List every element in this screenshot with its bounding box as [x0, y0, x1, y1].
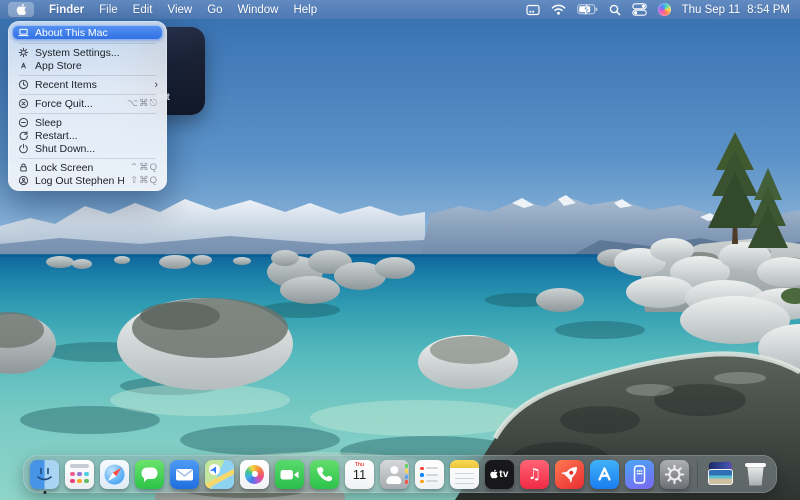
battery-charging-icon[interactable] — [577, 4, 598, 15]
dock-tv[interactable]: tv — [485, 460, 514, 489]
dock-reminders[interactable] — [415, 460, 444, 489]
laptop-icon — [17, 27, 29, 39]
menu-go[interactable]: Go — [207, 4, 222, 16]
menu-item-lock-screen[interactable]: Lock Screen ⌃⌘Q — [12, 161, 163, 174]
menu-item-about-this-mac[interactable]: About This Mac — [12, 25, 163, 40]
rocket-icon — [555, 460, 584, 489]
finder-face-icon — [30, 460, 59, 489]
dock-downloads-stack[interactable] — [706, 460, 735, 489]
dock-photos[interactable] — [240, 460, 269, 489]
menu-item-system-settings[interactable]: System Settings... — [12, 46, 163, 59]
control-center-icon[interactable] — [632, 3, 647, 16]
menu-window[interactable]: Window — [238, 4, 279, 16]
menu-separator — [19, 43, 156, 44]
map-icon — [205, 460, 234, 489]
dock-finder[interactable] — [30, 460, 59, 489]
menu-bar-clock[interactable]: Thu Sep 11 8:54 PM — [682, 4, 790, 16]
clock-time: 8:54 PM — [747, 4, 790, 16]
apps-grid-icon — [65, 460, 94, 489]
menu-bar-status: Thu Sep 11 8:54 PM — [526, 3, 800, 16]
apple-menu-button[interactable] — [8, 2, 34, 17]
log-out-icon — [17, 175, 29, 187]
menu-item-app-store[interactable]: App Store — [12, 59, 163, 72]
dock-safari[interactable] — [100, 460, 129, 489]
menu-item-force-quit[interactable]: Force Quit... ⌥⌘⎋ — [12, 97, 163, 110]
dock-calendar[interactable]: Thu 11 — [345, 460, 374, 489]
apple-tv-icon: tv — [485, 460, 514, 489]
wifi-icon[interactable] — [551, 4, 566, 15]
menu-separator — [19, 113, 156, 114]
sleep-icon — [17, 117, 29, 129]
menu-bar: Finder File Edit View Go Window Help Thu… — [0, 0, 800, 19]
dock-maps[interactable] — [205, 460, 234, 489]
menu-view[interactable]: View — [168, 4, 193, 16]
dock-mail[interactable] — [170, 460, 199, 489]
menu-separator — [19, 158, 156, 159]
dock-settings[interactable] — [660, 460, 689, 489]
menu-file[interactable]: File — [99, 4, 118, 16]
shut-down-icon — [17, 143, 29, 155]
menu-item-recent-items[interactable]: Recent Items › — [12, 78, 163, 91]
flower-icon — [240, 460, 269, 489]
restart-icon — [17, 130, 29, 142]
envelope-icon — [170, 460, 199, 489]
dock-iphone-mirroring[interactable] — [625, 460, 654, 489]
apple-logo-icon — [16, 3, 27, 16]
menu-edit[interactable]: Edit — [133, 4, 153, 16]
video-camera-icon — [275, 460, 304, 489]
dock-messages[interactable] — [135, 460, 164, 489]
app-store-a-icon — [590, 460, 619, 489]
dock-phone[interactable] — [310, 460, 339, 489]
compass-icon — [100, 460, 129, 489]
display-icon[interactable] — [526, 4, 540, 16]
calendar-icon: Thu 11 — [345, 460, 374, 489]
menu-help[interactable]: Help — [293, 4, 317, 16]
person-silhouette-icon — [380, 460, 409, 489]
gear-icon — [660, 460, 689, 489]
app-store-icon — [17, 60, 29, 72]
photo-stack-icon — [706, 460, 735, 489]
gear-icon — [17, 47, 29, 59]
dock-music[interactable]: ♫ — [520, 460, 549, 489]
dock-games[interactable] — [555, 460, 584, 489]
music-note-icon: ♫ — [520, 460, 549, 489]
menu-item-shut-down[interactable]: Shut Down... — [12, 142, 163, 155]
dock-contacts[interactable] — [380, 460, 409, 489]
dock-separator — [697, 461, 698, 488]
phone-handset-icon — [310, 460, 339, 489]
trash-bin-icon — [741, 460, 770, 489]
siri-icon[interactable] — [658, 3, 671, 16]
dock-trash[interactable] — [741, 460, 770, 489]
lock-icon — [17, 162, 29, 174]
submenu-chevron-icon: › — [154, 80, 158, 90]
iphone-icon — [625, 460, 654, 489]
chat-bubble-icon — [135, 460, 164, 489]
reminders-list-icon — [415, 460, 444, 489]
running-indicator — [43, 491, 46, 494]
force-quit-icon — [17, 98, 29, 110]
apple-menu-dropdown: About This Mac System Settings... App St… — [8, 21, 167, 191]
notes-icon — [450, 460, 479, 489]
dock-app-store[interactable] — [590, 460, 619, 489]
menu-item-log-out[interactable]: Log Out Stephen Hackett... ⇧⌘Q — [12, 174, 163, 187]
navigation-arrow-icon — [210, 464, 219, 473]
menu-separator — [19, 75, 156, 76]
dock-apps-launchpad[interactable] — [65, 460, 94, 489]
menu-bar-left: Finder File Edit View Go Window Help — [0, 2, 317, 17]
menu-separator — [19, 94, 156, 95]
clock-date: Thu Sep 11 — [682, 4, 741, 16]
menu-item-restart[interactable]: Restart... — [12, 129, 163, 142]
dock-notes[interactable] — [450, 460, 479, 489]
dock: Thu 11 tv — [23, 455, 777, 493]
dock-facetime[interactable] — [275, 460, 304, 489]
clock-icon — [17, 79, 29, 91]
spotlight-icon[interactable] — [609, 4, 621, 16]
menu-item-sleep[interactable]: Sleep — [12, 116, 163, 129]
menu-finder[interactable]: Finder — [49, 4, 84, 16]
